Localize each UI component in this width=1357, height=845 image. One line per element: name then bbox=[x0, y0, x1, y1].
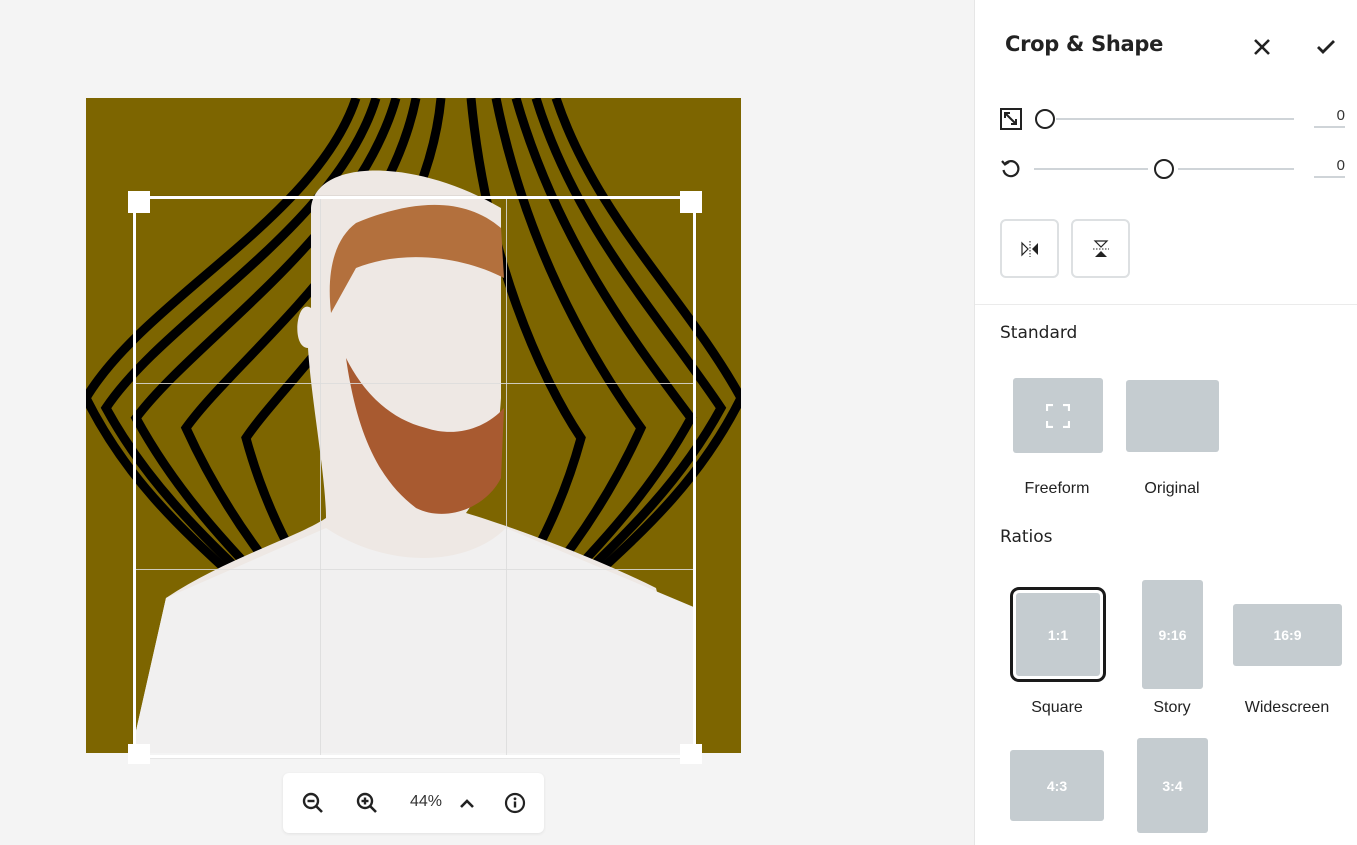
grid-line bbox=[320, 199, 321, 755]
resize-icon bbox=[1000, 108, 1022, 130]
ratio-4-3-tile[interactable]: 4:3 bbox=[1010, 750, 1104, 821]
crop-handle-bottom-right[interactable] bbox=[680, 744, 702, 764]
freeform-label: Freeform bbox=[1024, 480, 1090, 497]
zoom-options-button[interactable] bbox=[455, 791, 479, 815]
zoom-in-icon bbox=[356, 792, 377, 813]
ratio-widescreen-tile[interactable]: 16:9 bbox=[1233, 604, 1342, 666]
ratio-square-label: Square bbox=[1031, 699, 1083, 716]
info-icon bbox=[504, 792, 526, 814]
ratio-story-label: Story bbox=[1153, 699, 1191, 716]
rotate-slider-track-left[interactable] bbox=[1034, 168, 1148, 170]
zoom-out-icon bbox=[302, 792, 323, 813]
ratio-text: 1:1 bbox=[1047, 626, 1069, 643]
chevron-up-icon bbox=[460, 799, 474, 808]
crop-handle-top-right[interactable] bbox=[680, 191, 702, 213]
zoom-toolbar: 44% bbox=[283, 773, 544, 833]
ratio-widescreen-label: Widescreen bbox=[1244, 699, 1330, 716]
ratio-text: 3:4 bbox=[1162, 777, 1183, 794]
rotate-slider-thumb[interactable] bbox=[1154, 159, 1174, 179]
crop-frame[interactable] bbox=[133, 196, 696, 758]
zoom-in-button[interactable] bbox=[355, 791, 379, 815]
ratio-3-4-tile[interactable]: 3:4 bbox=[1137, 738, 1208, 833]
checkmark-icon bbox=[1317, 40, 1335, 54]
scale-slider-row: 0 bbox=[1000, 107, 1345, 131]
scale-slider-thumb[interactable] bbox=[1035, 109, 1055, 129]
flip-vertical-button[interactable] bbox=[1071, 219, 1130, 278]
standard-heading: Standard bbox=[1000, 323, 1078, 343]
panel-title: Crop & Shape bbox=[1005, 32, 1164, 56]
zoom-out-button[interactable] bbox=[301, 791, 325, 815]
close-icon bbox=[1254, 39, 1270, 55]
ratio-text: 9:16 bbox=[1158, 626, 1187, 643]
crop-handle-bottom-left[interactable] bbox=[128, 744, 150, 764]
rotate-slider-row: 0 bbox=[1000, 157, 1345, 181]
original-label: Original bbox=[1144, 480, 1200, 497]
ratios-heading: Ratios bbox=[1000, 527, 1053, 547]
ratio-text: 16:9 bbox=[1273, 627, 1302, 643]
grid-line bbox=[136, 569, 693, 570]
freeform-icon bbox=[1046, 403, 1070, 428]
info-button[interactable] bbox=[503, 791, 527, 815]
crop-handle-top-left[interactable] bbox=[128, 191, 150, 213]
flip-horizontal-icon bbox=[1020, 240, 1038, 257]
flip-horizontal-button[interactable] bbox=[1000, 219, 1059, 278]
grid-line bbox=[506, 199, 507, 755]
scale-value[interactable]: 0 bbox=[1314, 107, 1345, 128]
flip-vertical-icon bbox=[1092, 239, 1109, 257]
divider bbox=[975, 304, 1357, 305]
close-button[interactable] bbox=[1249, 34, 1275, 60]
scale-slider-track[interactable] bbox=[1056, 118, 1294, 120]
ratio-story-tile[interactable]: 9:16 bbox=[1142, 580, 1203, 689]
original-tile[interactable] bbox=[1126, 380, 1219, 452]
ratio-text: 4:3 bbox=[1046, 777, 1068, 794]
rotate-icon bbox=[1001, 160, 1020, 178]
crop-shape-panel: Crop & Shape 0 0 Standard Freeform Origi… bbox=[974, 0, 1357, 845]
rotate-slider-track-right[interactable] bbox=[1178, 168, 1294, 170]
zoom-level: 44% bbox=[409, 793, 443, 810]
rotate-value[interactable]: 0 bbox=[1314, 157, 1345, 178]
canvas-area: 44% bbox=[0, 0, 974, 845]
freeform-tile[interactable] bbox=[1013, 378, 1103, 453]
confirm-button[interactable] bbox=[1313, 34, 1339, 60]
grid-line bbox=[136, 383, 693, 384]
ratio-square-tile[interactable]: 1:1 bbox=[1010, 587, 1106, 682]
